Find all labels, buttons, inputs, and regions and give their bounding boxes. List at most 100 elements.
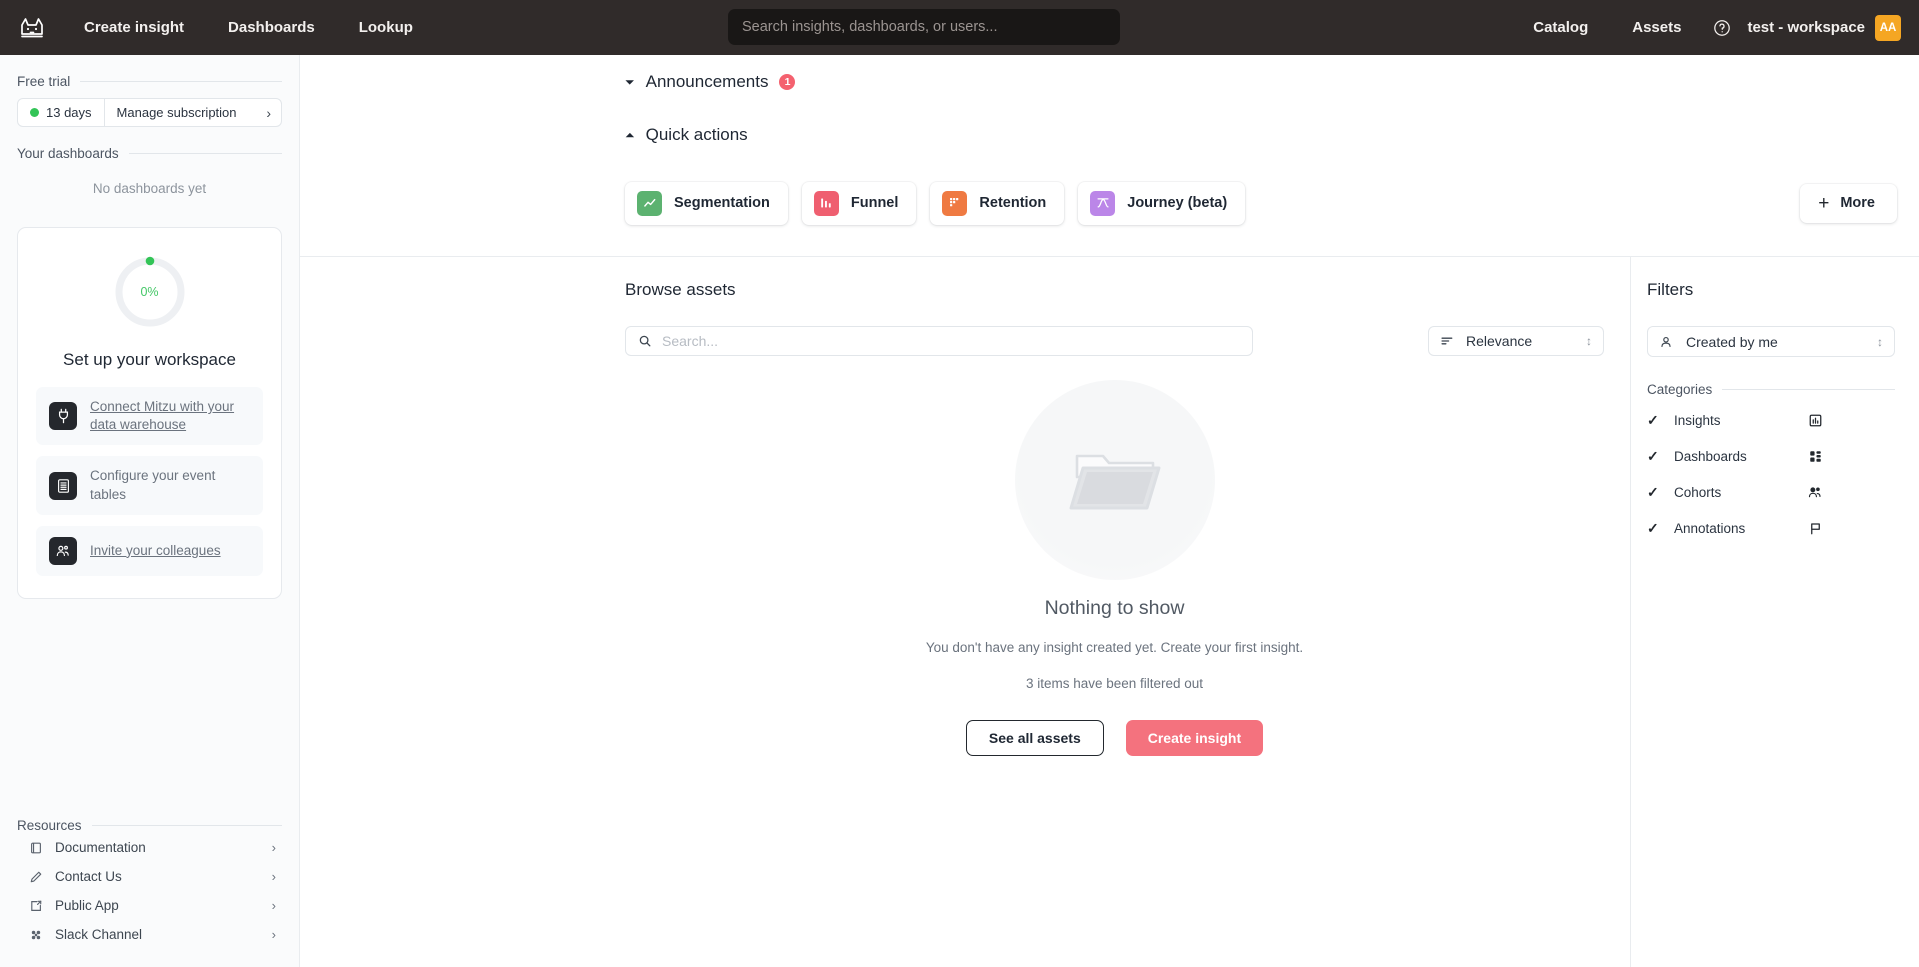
category-filter-insights[interactable]: ✓ Insights xyxy=(1647,407,1895,433)
resources-section: Resources Documentation › Contact Us › xyxy=(17,799,282,967)
resource-item-label: Public App xyxy=(55,898,119,913)
category-label: Dashboards xyxy=(1674,449,1747,464)
more-quick-actions-button[interactable]: + More xyxy=(1800,184,1897,223)
chevron-updown-icon: ↕ xyxy=(1586,335,1592,347)
pencil-icon xyxy=(29,870,43,884)
chevron-up-icon: ⏶ xyxy=(625,129,635,141)
announcements-label: Announcements xyxy=(646,72,769,92)
manage-subscription-label: Manage subscription xyxy=(117,105,237,120)
sort-dropdown[interactable]: Relevance ↕ xyxy=(1428,326,1604,356)
resource-item-documentation[interactable]: Documentation › xyxy=(17,833,282,862)
categories-heading: Categories xyxy=(1647,382,1895,397)
chevron-right-icon: › xyxy=(272,840,276,855)
category-label: Cohorts xyxy=(1674,485,1721,500)
setup-item-label: Configure your event tables xyxy=(90,467,250,503)
categories-label: Categories xyxy=(1647,382,1712,397)
resource-item-label: Contact Us xyxy=(55,869,122,884)
empty-state-buttons: See all assets Create insight xyxy=(966,720,1263,756)
mitzu-cat-logo-icon[interactable] xyxy=(10,6,54,50)
trial-days-label: 13 days xyxy=(46,105,92,120)
category-filter-cohorts[interactable]: ✓ Cohorts xyxy=(1647,479,1895,505)
top-navigation-bar: Create insight Dashboards Lookup Catalog… xyxy=(0,0,1919,55)
main-content-area: ⏷ Announcements 1 ⏶ Quick actions Segmen… xyxy=(300,55,1919,967)
empty-state-title: Nothing to show xyxy=(1045,597,1185,620)
quick-action-segmentation[interactable]: Segmentation xyxy=(625,182,788,225)
quick-action-journey[interactable]: Journey (beta) xyxy=(1078,182,1245,225)
chevron-right-icon: › xyxy=(272,869,276,884)
free-trial-heading: Free trial xyxy=(17,74,282,89)
category-filter-dashboards[interactable]: ✓ Dashboards xyxy=(1647,443,1895,469)
setup-workspace-card: 0% Set up your workspace Connect Mitzu w… xyxy=(17,227,282,599)
filtered-items-note: 3 items have been filtered out xyxy=(1026,676,1203,691)
create-insight-button[interactable]: Create insight xyxy=(1126,720,1263,756)
nav-catalog[interactable]: Catalog xyxy=(1519,13,1602,42)
divider xyxy=(92,825,282,826)
quick-action-label: Funnel xyxy=(851,195,899,211)
chevron-down-icon: ⏷ xyxy=(625,76,635,88)
browse-assets-title: Browse assets xyxy=(625,280,1604,300)
slack-icon xyxy=(29,928,43,942)
resources-label: Resources xyxy=(17,818,82,833)
setup-item-label: Connect Mitzu with your data warehouse xyxy=(90,398,250,434)
nav-assets[interactable]: Assets xyxy=(1618,13,1695,42)
manage-subscription-button[interactable]: Manage subscription › xyxy=(105,99,281,126)
plus-icon: + xyxy=(1818,194,1829,213)
empty-state-subtitle: You don't have any insight created yet. … xyxy=(926,640,1303,655)
app-shell: Free trial 13 days Manage subscription ›… xyxy=(0,55,1919,967)
table-rows-icon xyxy=(49,472,77,500)
empty-folder-icon xyxy=(1015,380,1215,580)
quick-action-label: Retention xyxy=(979,195,1046,211)
global-search-input[interactable] xyxy=(728,9,1120,45)
free-trial-label: Free trial xyxy=(17,74,70,89)
assets-search-row: Relevance ↕ xyxy=(625,326,1604,356)
cohort-users-icon xyxy=(1807,485,1823,500)
chevron-right-icon: › xyxy=(272,927,276,942)
nav-lookup[interactable]: Lookup xyxy=(345,13,427,42)
workspace-name[interactable]: test - workspace xyxy=(1747,19,1865,36)
quick-actions-section-header[interactable]: ⏶ Quick actions xyxy=(300,125,1919,145)
setup-item-invite-colleagues[interactable]: Invite your colleagues xyxy=(36,526,263,576)
nav-create-insight[interactable]: Create insight xyxy=(70,13,198,42)
resource-item-public-app[interactable]: Public App › xyxy=(17,891,282,920)
resource-item-slack-channel[interactable]: Slack Channel › xyxy=(17,920,282,949)
your-dashboards-heading: Your dashboards xyxy=(17,146,282,161)
created-by-dropdown[interactable]: Created by me ↕ xyxy=(1647,326,1895,357)
assets-search-box[interactable] xyxy=(625,326,1253,356)
retention-grid-icon xyxy=(942,191,967,216)
quick-action-retention[interactable]: Retention xyxy=(930,182,1064,225)
more-label: More xyxy=(1840,195,1875,211)
plug-icon xyxy=(49,402,77,430)
quick-actions-label: Quick actions xyxy=(646,125,748,145)
filters-title: Filters xyxy=(1647,280,1895,300)
progress-percentage: 0% xyxy=(113,255,187,329)
category-label: Annotations xyxy=(1674,521,1745,536)
left-sidebar: Free trial 13 days Manage subscription ›… xyxy=(0,55,300,967)
avatar[interactable]: AA xyxy=(1875,15,1901,41)
divider xyxy=(129,153,282,154)
see-all-assets-button[interactable]: See all assets xyxy=(966,720,1104,756)
journey-icon xyxy=(1090,191,1115,216)
quick-actions-row: Segmentation Funnel xyxy=(300,177,1919,229)
check-icon: ✓ xyxy=(1647,521,1660,535)
category-label: Insights xyxy=(1674,413,1721,428)
funnel-bars-icon xyxy=(814,191,839,216)
setup-item-connect-warehouse[interactable]: Connect Mitzu with your data warehouse xyxy=(36,387,263,445)
assets-search-input[interactable] xyxy=(662,333,1240,349)
quick-action-funnel[interactable]: Funnel xyxy=(802,182,917,225)
browse-assets-column: Browse assets Relevance ↕ xyxy=(300,257,1630,967)
created-by-value: Created by me xyxy=(1686,334,1778,350)
users-icon xyxy=(49,537,77,565)
your-dashboards-label: Your dashboards xyxy=(17,146,119,161)
nav-dashboards[interactable]: Dashboards xyxy=(214,13,329,42)
announcements-section-header[interactable]: ⏷ Announcements 1 xyxy=(300,72,1919,92)
filters-panel: Filters Created by me ↕ Categories ✓ Ins… xyxy=(1630,257,1919,967)
help-circle-icon[interactable] xyxy=(1713,19,1731,37)
setup-item-configure-event-tables[interactable]: Configure your event tables xyxy=(36,456,263,514)
setup-item-label: Invite your colleagues xyxy=(90,542,221,560)
resource-item-contact-us[interactable]: Contact Us › xyxy=(17,862,282,891)
category-filter-annotations[interactable]: ✓ Annotations xyxy=(1647,515,1895,541)
chevron-right-icon: › xyxy=(266,105,271,121)
top-nav-right-group: Catalog Assets test - workspace AA xyxy=(1491,13,1919,42)
bar-chart-icon xyxy=(1808,413,1823,428)
divider xyxy=(80,81,282,82)
